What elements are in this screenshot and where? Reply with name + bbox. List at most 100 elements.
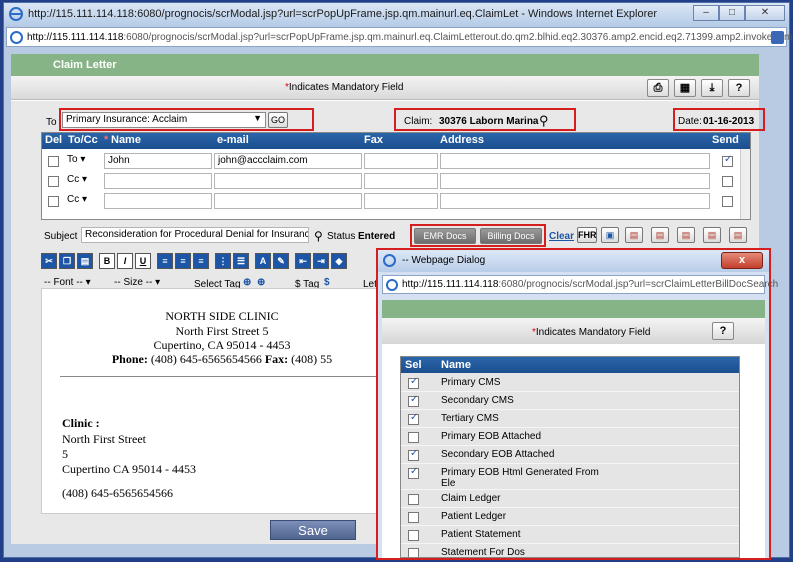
fax-field[interactable] bbox=[364, 173, 438, 189]
billing-doc-row: Patient Ledger bbox=[401, 508, 739, 526]
email-field[interactable]: john@accclaim.com bbox=[214, 153, 362, 169]
bill-icon[interactable]: ▤ bbox=[625, 227, 643, 243]
underline-button[interactable]: U bbox=[135, 253, 151, 269]
recipients-scrollbar[interactable] bbox=[740, 149, 750, 219]
send-checkbox[interactable] bbox=[722, 154, 733, 167]
indent-icon[interactable]: ⇥ bbox=[313, 253, 329, 269]
divider bbox=[60, 376, 385, 377]
align-center-icon[interactable]: ≡ bbox=[175, 253, 191, 269]
window-titlebar[interactable]: http://115.111.114.118:6080/prognocis/sc… bbox=[4, 3, 789, 25]
dollar-icon[interactable]: $ bbox=[324, 277, 330, 288]
send-checkbox[interactable] bbox=[722, 196, 733, 207]
recipient-highlight bbox=[59, 108, 314, 131]
to-cc-select[interactable]: To ▾ bbox=[64, 153, 102, 169]
to-cc-select[interactable]: Cc ▾ bbox=[64, 173, 102, 189]
dialog-titlebar[interactable]: -- Webpage Dialog x bbox=[378, 250, 769, 272]
select-checkbox[interactable] bbox=[408, 432, 419, 443]
address-field[interactable] bbox=[440, 153, 710, 169]
select-checkbox[interactable] bbox=[408, 494, 419, 505]
compat-view-icon[interactable] bbox=[771, 31, 784, 44]
address-bar[interactable]: http://115.111.114.118:6080/prognocis/sc… bbox=[6, 27, 793, 47]
select-checkbox[interactable] bbox=[408, 376, 419, 389]
dialog-address-bar[interactable]: http://115.111.114.118:6080/prognocis/sc… bbox=[382, 275, 778, 294]
billing-doc-row: Primary EOB Attached bbox=[401, 428, 739, 446]
copy-icon[interactable]: ❐ bbox=[59, 253, 75, 269]
bold-button[interactable]: B bbox=[99, 253, 115, 269]
billing-doc-row: Patient Statement bbox=[401, 526, 739, 544]
help-button[interactable]: ? bbox=[728, 79, 750, 97]
outdent-icon[interactable]: ⇤ bbox=[295, 253, 311, 269]
binoculars-icon[interactable]: ⚲ bbox=[314, 229, 323, 243]
select-checkbox[interactable] bbox=[408, 466, 419, 479]
name-field[interactable] bbox=[104, 193, 212, 209]
page-icon bbox=[10, 31, 23, 44]
page-title: Claim Letter bbox=[53, 59, 117, 71]
subject-field[interactable]: Reconsideration for Procedural Denial fo… bbox=[81, 227, 309, 243]
window-controls: – □ ✕ bbox=[693, 5, 785, 21]
minimize-icon[interactable]: – bbox=[693, 5, 719, 21]
clinic-address-street: North First Street bbox=[62, 432, 146, 446]
highlight-icon[interactable]: ✎ bbox=[273, 253, 289, 269]
delete-checkbox[interactable] bbox=[48, 196, 59, 207]
billing-doc-row: Statement For Dos bbox=[401, 544, 739, 557]
email-field[interactable] bbox=[214, 173, 362, 189]
name-field[interactable] bbox=[104, 173, 212, 189]
save-button[interactable]: Save bbox=[270, 520, 356, 540]
dialog-mandatory-bar: *Indicates Mandatory Field ? bbox=[382, 318, 765, 344]
billing-doc-row: Claim Ledger bbox=[401, 490, 739, 508]
close-window-icon[interactable]: ✕ bbox=[745, 5, 785, 21]
export-icon[interactable]: ⤓ bbox=[701, 79, 723, 97]
dialog-help-button[interactable]: ? bbox=[712, 322, 734, 340]
billing-doc-row: Primary EOB Html Generated From Ele bbox=[401, 464, 739, 490]
bill-icon[interactable]: ▤ bbox=[703, 227, 721, 243]
billing-doc-row: Secondary EOB Attached bbox=[401, 446, 739, 464]
clinic-heading: Clinic : bbox=[62, 416, 100, 430]
dialog-page: *Indicates Mandatory Field ? Sel Name Pr… bbox=[382, 300, 765, 558]
mandatory-note: *Indicates Mandatory Field bbox=[285, 82, 404, 93]
letter-editor[interactable]: NORTH SIDE CLINIC North First Street 5 C… bbox=[41, 288, 386, 514]
fax-field[interactable] bbox=[364, 153, 438, 169]
select-checkbox[interactable] bbox=[408, 394, 419, 407]
recipients-header: Del To/Cc * Name e-mail Fax Address Send bbox=[42, 133, 750, 149]
dialog-header bbox=[382, 300, 765, 318]
dialog-close-button[interactable]: x bbox=[721, 252, 763, 269]
italic-button[interactable]: I bbox=[117, 253, 133, 269]
address-field[interactable] bbox=[440, 193, 710, 209]
ordered-list-icon[interactable]: ⋮ bbox=[215, 253, 231, 269]
select-checkbox[interactable] bbox=[408, 412, 419, 425]
select-checkbox[interactable] bbox=[408, 530, 419, 541]
address-field[interactable] bbox=[440, 173, 710, 189]
doc-icon[interactable]: ▣ bbox=[601, 227, 619, 243]
fhr-button[interactable]: FHR bbox=[577, 227, 597, 243]
add-tag-icon[interactable]: ⊕ bbox=[243, 277, 251, 288]
bill-icon[interactable]: ▤ bbox=[677, 227, 695, 243]
send-checkbox[interactable] bbox=[722, 176, 733, 187]
ie-logo-icon bbox=[9, 7, 23, 21]
name-field[interactable]: John bbox=[104, 153, 212, 169]
email-field[interactable] bbox=[214, 193, 362, 209]
clinic-address-number: 5 bbox=[62, 447, 68, 461]
calculator-icon[interactable]: ▦ bbox=[674, 79, 696, 97]
bill-icon[interactable]: ▤ bbox=[651, 227, 669, 243]
align-right-icon[interactable]: ≡ bbox=[193, 253, 209, 269]
align-left-icon[interactable]: ≡ bbox=[157, 253, 173, 269]
cut-icon[interactable]: ✂ bbox=[41, 253, 57, 269]
select-checkbox[interactable] bbox=[408, 448, 419, 461]
address-url: http://115.111.114.118:6080/prognocis/sc… bbox=[27, 32, 793, 43]
text-color-icon[interactable]: A bbox=[255, 253, 271, 269]
delete-checkbox[interactable] bbox=[48, 156, 59, 167]
clear-link[interactable]: Clear bbox=[549, 231, 574, 242]
source-icon[interactable]: ◆ bbox=[331, 253, 347, 269]
select-checkbox[interactable] bbox=[408, 512, 419, 523]
maximize-icon[interactable]: □ bbox=[719, 5, 745, 21]
add-tag-alt-icon[interactable]: ⊕ bbox=[257, 277, 265, 288]
delete-checkbox[interactable] bbox=[48, 176, 59, 187]
print-icon[interactable]: ⎙ bbox=[647, 79, 669, 97]
unordered-list-icon[interactable]: ☰ bbox=[233, 253, 249, 269]
bill-icon[interactable]: ▤ bbox=[729, 227, 747, 243]
dialog-url: http://115.111.114.118:6080/prognocis/sc… bbox=[402, 279, 779, 290]
to-cc-select[interactable]: Cc ▾ bbox=[64, 193, 102, 209]
fax-field[interactable] bbox=[364, 193, 438, 209]
select-checkbox[interactable] bbox=[408, 548, 419, 557]
paste-icon[interactable]: ▤ bbox=[77, 253, 93, 269]
